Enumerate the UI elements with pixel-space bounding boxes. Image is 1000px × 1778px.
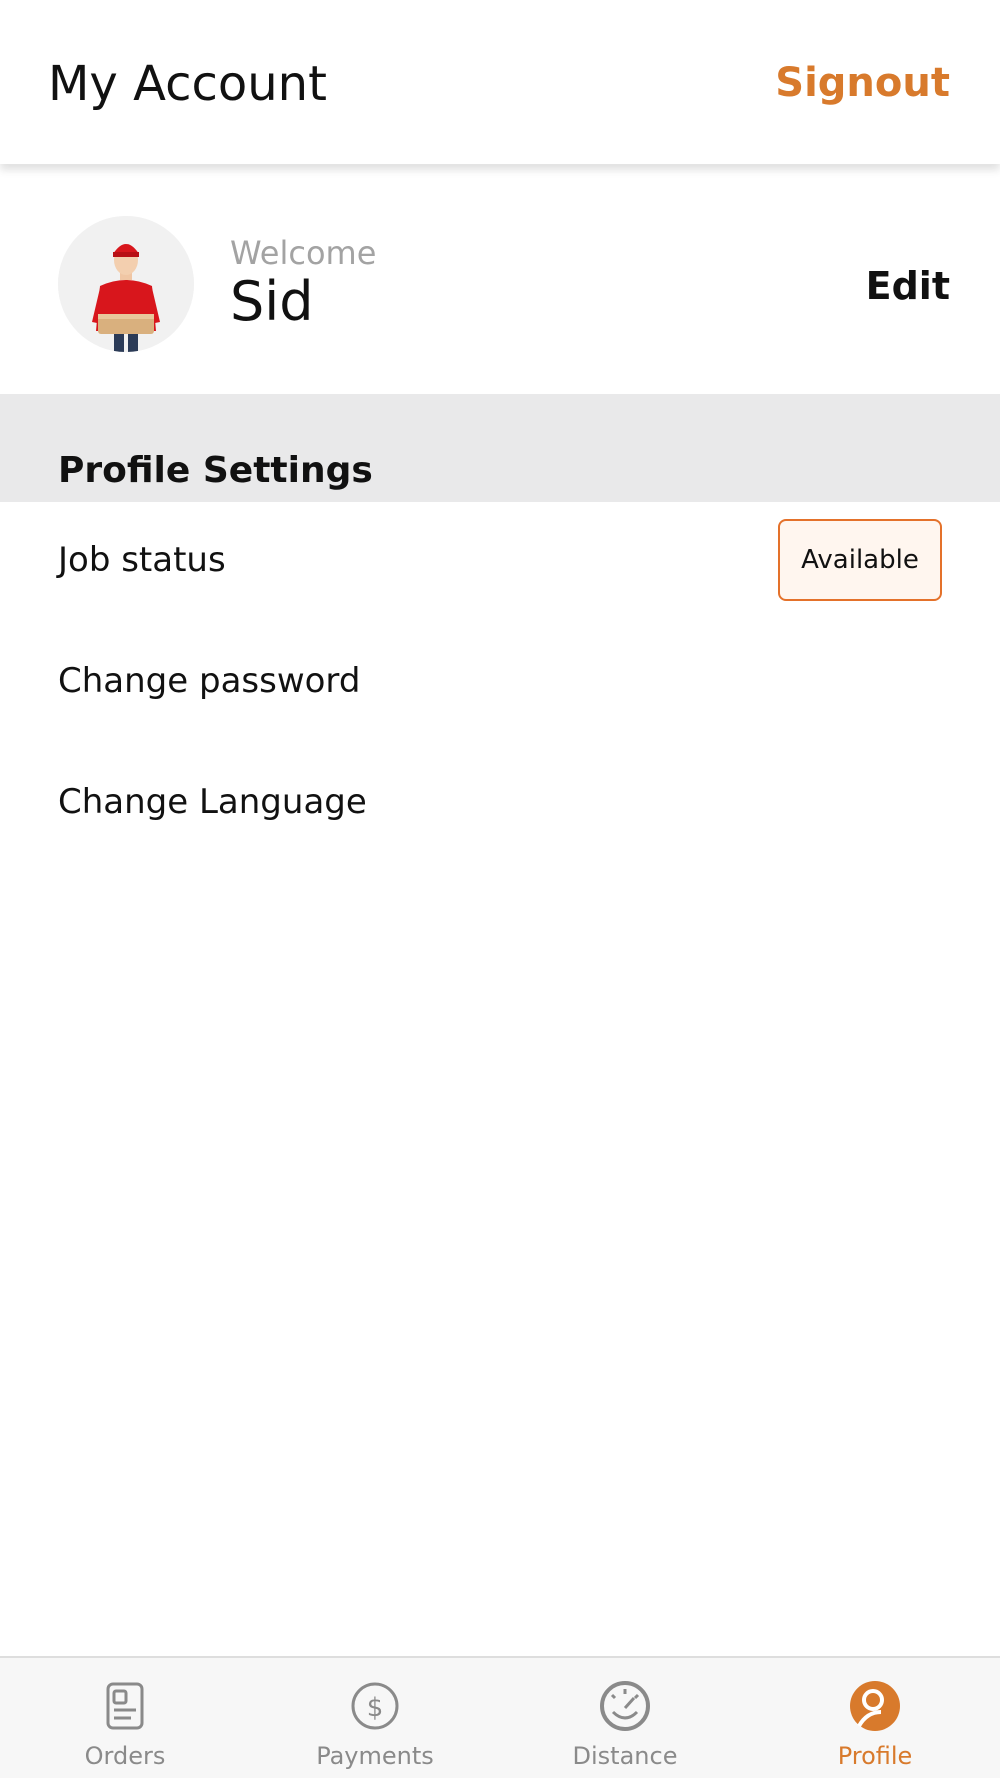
tab-distance[interactable]: Distance bbox=[500, 1658, 750, 1778]
tab-orders-label: Orders bbox=[84, 1742, 166, 1770]
job-status-toggle[interactable]: Available bbox=[778, 519, 942, 601]
welcome-label: Welcome bbox=[230, 234, 377, 272]
user-name: Sid bbox=[230, 270, 314, 333]
avatar bbox=[58, 216, 194, 352]
profile-card: Welcome Sid Edit bbox=[0, 164, 1000, 394]
tab-payments-label: Payments bbox=[316, 1742, 434, 1770]
tab-payments[interactable]: $ Payments bbox=[250, 1658, 500, 1778]
tab-orders[interactable]: Orders bbox=[0, 1658, 250, 1778]
signout-button[interactable]: Signout bbox=[775, 60, 950, 106]
delivery-person-avatar-image bbox=[58, 216, 194, 352]
bottom-tab-bar: Orders $ Payments Distance Profile bbox=[0, 1656, 1000, 1778]
payments-icon: $ bbox=[351, 1682, 399, 1730]
job-status-row: Job status Available bbox=[0, 502, 1000, 623]
edit-profile-button[interactable]: Edit bbox=[866, 264, 950, 308]
change-language-row[interactable]: Change Language bbox=[0, 744, 1000, 865]
tab-distance-label: Distance bbox=[572, 1742, 678, 1770]
distance-icon bbox=[600, 1681, 650, 1731]
change-password-label: Change password bbox=[58, 661, 361, 701]
job-status-label: Job status bbox=[58, 540, 226, 580]
orders-icon bbox=[106, 1682, 144, 1730]
change-language-label: Change Language bbox=[58, 782, 367, 822]
page-title: My Account bbox=[48, 56, 327, 112]
profile-icon bbox=[850, 1681, 900, 1731]
tab-profile[interactable]: Profile bbox=[750, 1658, 1000, 1778]
section-title: Profile Settings bbox=[58, 450, 373, 491]
profile-settings-header: Profile Settings bbox=[0, 394, 1000, 502]
app-header: My Account Signout bbox=[0, 0, 1000, 164]
tab-profile-label: Profile bbox=[837, 1742, 913, 1770]
svg-text:$: $ bbox=[367, 1693, 384, 1723]
change-password-row[interactable]: Change password bbox=[0, 623, 1000, 744]
